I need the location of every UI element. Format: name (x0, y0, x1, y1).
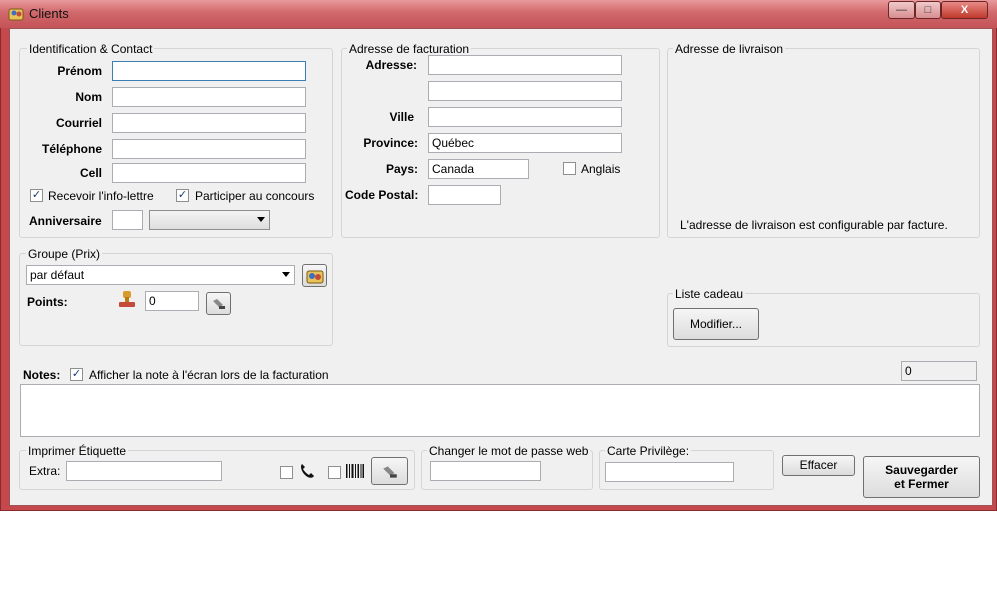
minimize-button[interactable]: — (888, 1, 915, 19)
adresse-line1-input[interactable] (428, 55, 622, 75)
points-input[interactable]: 0 (145, 291, 199, 311)
groupe-users-button[interactable] (302, 264, 327, 287)
phone-print-checkbox[interactable] (280, 466, 293, 479)
save-line-1: Sauvegarder (885, 463, 958, 477)
eraser-icon (382, 466, 397, 478)
mot-de-passe-title: Changer le mot de passe web (427, 444, 591, 458)
infolettre-label: Recevoir l'info-lettre (48, 189, 154, 203)
modifier-button[interactable]: Modifier... (673, 308, 759, 340)
adresse-line2-input[interactable] (428, 81, 622, 101)
pays-label: Pays: (385, 162, 418, 176)
carte-privilege-title: Carte Privilège: (605, 444, 692, 458)
groupe-title: Groupe (Prix) (26, 247, 103, 261)
anniversaire-day-input[interactable] (112, 210, 143, 230)
code-postal-input[interactable] (428, 185, 501, 205)
phone-icon (301, 464, 314, 478)
livraison-title: Adresse de livraison (673, 42, 786, 56)
courriel-input[interactable] (112, 113, 306, 133)
facturation-title: Adresse de facturation (347, 42, 472, 56)
pays-input[interactable]: Canada (428, 159, 529, 179)
livraison-group (667, 48, 980, 238)
infolettre-checkbox[interactable]: ✓ (30, 189, 43, 202)
barcode-icon (346, 464, 364, 478)
anglais-checkbox[interactable] (563, 162, 576, 175)
carte-privilege-input[interactable] (605, 462, 734, 482)
adresse-label: Adresse: (365, 58, 417, 72)
etiquette-title: Imprimer Étiquette (26, 444, 129, 458)
identification-title: Identification & Contact (27, 42, 155, 56)
afficher-note-checkbox[interactable]: ✓ (70, 368, 83, 381)
window-title: Clients (29, 6, 69, 21)
mot-de-passe-input[interactable] (430, 461, 541, 481)
extra-label: Extra: (29, 464, 61, 478)
courriel-label: Courriel (55, 116, 102, 130)
effacer-button[interactable]: Effacer (782, 455, 855, 476)
afficher-note-label: Afficher la note à l'écran lors de la fa… (89, 368, 329, 382)
concours-checkbox[interactable]: ✓ (176, 189, 189, 202)
print-label-button[interactable] (371, 457, 408, 485)
ville-input[interactable] (428, 107, 622, 127)
close-button[interactable]: X (941, 1, 988, 19)
chevron-down-icon (257, 217, 265, 222)
liste-cadeau-title: Liste cadeau (673, 287, 746, 301)
maximize-button[interactable]: □ (915, 1, 941, 19)
clients-app-icon (8, 8, 24, 21)
stamp-icon (119, 291, 135, 307)
anniversaire-month-select[interactable] (149, 210, 270, 230)
anglais-label: Anglais (581, 162, 621, 176)
notes-label: Notes: (23, 368, 61, 382)
save-line-2: et Fermer (894, 477, 949, 491)
cell-input[interactable] (112, 163, 306, 183)
province-label: Province: (363, 136, 418, 150)
province-input[interactable]: Québec (428, 133, 622, 153)
prenom-label: Prénom (57, 64, 102, 78)
cell-label: Cell (79, 166, 102, 180)
users-icon (306, 270, 323, 284)
prenom-input[interactable] (112, 61, 306, 81)
nom-label: Nom (75, 90, 102, 104)
notes-textarea[interactable] (20, 384, 980, 437)
anniversaire-label: Anniversaire (29, 214, 102, 228)
points-edit-button[interactable] (206, 292, 231, 315)
notes-counter: 0 (901, 361, 977, 381)
sauvegarder-fermer-button[interactable]: Sauvegarder et Fermer (863, 456, 980, 498)
title-bar[interactable]: Clients — □ X (0, 0, 997, 28)
ville-label: Ville (389, 110, 414, 124)
telephone-input[interactable] (112, 139, 306, 159)
nom-input[interactable] (112, 87, 306, 107)
chevron-down-icon (282, 272, 290, 277)
groupe-selected-value: par défaut (30, 268, 85, 282)
code-postal-label: Code Postal: (345, 188, 419, 202)
extra-input[interactable] (66, 461, 222, 481)
groupe-prix-select[interactable]: par défaut (26, 265, 295, 285)
livraison-info-text: L'adresse de livraison est configurable … (680, 218, 948, 232)
concours-label: Participer au concours (195, 189, 315, 203)
points-label: Points: (27, 295, 68, 309)
eraser-icon (212, 299, 225, 309)
telephone-label: Téléphone (41, 142, 102, 156)
barcode-print-checkbox[interactable] (328, 466, 341, 479)
